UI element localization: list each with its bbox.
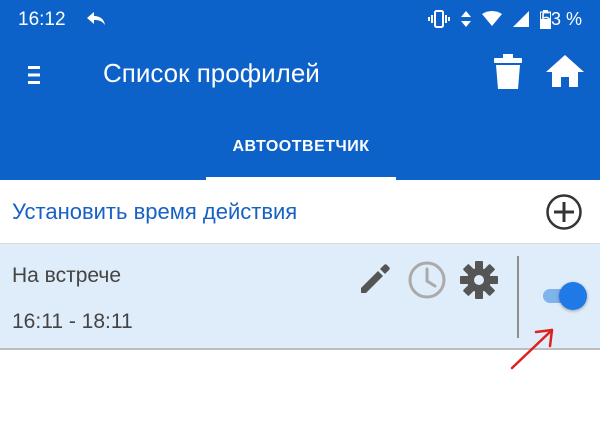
set-time-row[interactable]: Установить время действия — [0, 180, 600, 244]
status-icons — [428, 9, 551, 29]
page-title: Список профилей — [103, 58, 320, 88]
status-bar: 16:12 53 % — [0, 0, 600, 38]
status-time: 16:12 — [18, 9, 66, 30]
tab-autoresponder[interactable]: АВТООТВЕТЧИК — [206, 114, 396, 180]
gear-icon[interactable] — [459, 260, 499, 300]
edit-pencil-icon[interactable] — [358, 262, 392, 296]
battery-percentage: 53 % — [541, 9, 583, 29]
toolbar: Список профилей — [0, 38, 600, 114]
tab-bar: АВТООТВЕТЧИК — [0, 114, 600, 180]
back-arrow-icon — [87, 12, 105, 25]
profile-enable-toggle[interactable] — [541, 282, 587, 310]
red-annotation-arrow-icon — [510, 328, 554, 370]
vibrate-icon — [428, 10, 450, 28]
wifi-icon — [482, 11, 502, 26]
profile-name: На встрече — [12, 264, 121, 287]
tab-label: АВТООТВЕТЧИК — [232, 138, 370, 155]
home-icon[interactable] — [545, 54, 585, 88]
set-time-label: Установить время действия — [12, 199, 298, 224]
data-transfer-icon — [461, 11, 471, 27]
profile-time-range: 16:11 - 18:11 — [12, 310, 133, 333]
menu-icon[interactable] — [24, 64, 44, 86]
signal-icon — [513, 11, 529, 27]
add-circle-icon[interactable] — [546, 194, 582, 230]
clock-icon[interactable] — [407, 260, 447, 300]
app-bar: 16:12 53 % Список профилей АВТООТВЕТЧИК — [0, 0, 600, 180]
delete-icon[interactable] — [493, 54, 523, 90]
toggle-thumb — [559, 282, 587, 310]
